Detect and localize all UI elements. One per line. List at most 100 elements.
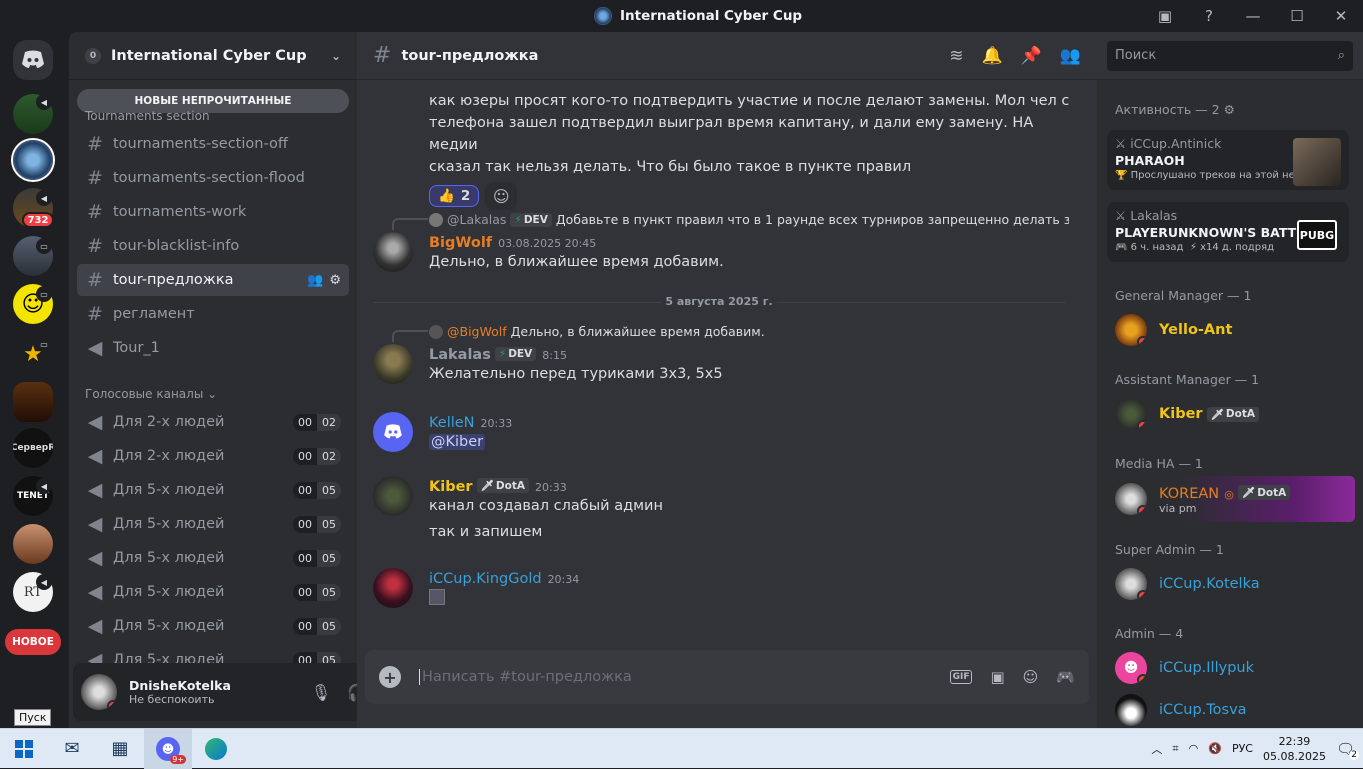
thumbs-up-icon: 👍	[438, 188, 455, 204]
volume-icon[interactable]: 🔇	[1208, 742, 1222, 755]
edge-icon[interactable]	[192, 729, 240, 769]
search-input[interactable]: Поиск ⌕	[1107, 40, 1353, 71]
message-composer[interactable]: + Написать #tour-предложка GIF ▣ ☺ 🎮	[365, 650, 1089, 704]
gear-icon[interactable]: ⚙	[1224, 102, 1235, 117]
pin-icon[interactable]: 📌	[1021, 46, 1042, 66]
message-list: как юзеры просят кого-то подтвердить уча…	[357, 80, 1097, 648]
gif-icon[interactable]: GIF	[949, 670, 973, 684]
new-servers-pill[interactable]: НОВОЕ	[5, 629, 61, 655]
channel-tour-1[interactable]: ◀ Tour_1	[77, 332, 349, 364]
notifications-icon[interactable]: 🗨 2	[1336, 740, 1359, 760]
add-attachment-button[interactable]: +	[379, 666, 401, 688]
voice-count: 00	[293, 515, 317, 533]
member-item[interactable]: Yello-Ant	[1105, 308, 1355, 352]
microphone-icon[interactable]: 🎙	[305, 676, 337, 708]
avatar[interactable]	[373, 412, 413, 452]
voice-channel[interactable]: ◀ Для 5-х людей 00 05	[77, 474, 349, 506]
message-text: канал создавал слабый админ	[429, 498, 663, 514]
username[interactable]: Kiber	[429, 479, 473, 495]
threads-icon[interactable]: ≋	[949, 46, 963, 66]
channel-title: tour-предложка	[401, 47, 539, 64]
voice-channel[interactable]: ◀ Для 2-х людей 00 02	[77, 406, 349, 438]
channel-header: # tour-предложка ≋ 🔔 📌 👥	[357, 32, 1097, 80]
minimize-button[interactable]: —	[1231, 0, 1275, 32]
server-book[interactable]	[13, 382, 53, 422]
gamepad-icon[interactable]: 🎮	[1056, 668, 1075, 686]
member-item[interactable]: iCCup.Tosva	[1105, 688, 1355, 732]
user-mention[interactable]: @Kiber	[429, 434, 486, 450]
close-button[interactable]: ✕	[1319, 0, 1363, 32]
guild-header[interactable]: 0 International Cyber Cup ⌄	[69, 32, 357, 80]
server-serverr[interactable]: СерверR	[13, 428, 53, 468]
activity-card[interactable]: ⚔ iCCup.Antinick PHARAOH 🏆 Прослушано тр…	[1107, 130, 1349, 190]
chevron-up-icon[interactable]: ︿	[1151, 741, 1162, 757]
mail-icon[interactable]: ✉	[48, 729, 96, 769]
voice-channel[interactable]: ◀ Для 5-х людей 00 05	[77, 610, 349, 642]
channel-tournaments-section-off[interactable]: # tournaments-section-off	[77, 128, 349, 160]
dnd-status-icon	[1137, 590, 1147, 600]
channel-tournaments-section-flood[interactable]: # tournaments-section-flood	[77, 162, 349, 194]
start-button[interactable]	[0, 729, 48, 769]
member-item[interactable]: ☻ iCCup.Illypuk	[1105, 646, 1355, 690]
language-indicator[interactable]: РУС	[1232, 742, 1253, 755]
username[interactable]: KelleN	[429, 415, 475, 431]
inbox-icon[interactable]: ▣	[1143, 0, 1187, 32]
user-info[interactable]: DnisheKotelka Не беспокоить	[129, 678, 231, 706]
channel-reglament[interactable]: # регламент	[77, 298, 349, 330]
voice-channel[interactable]: ◀ Для 5-х людей 00 05	[77, 508, 349, 540]
discord-icon: ☻ 9+	[156, 736, 186, 764]
discord-home-icon[interactable]	[13, 40, 53, 80]
member-item[interactable]: iCCup.Kotelka	[1105, 562, 1355, 606]
activity-card[interactable]: ⚔ Lakalas PLAYERUNKNOWN'S BATTLEGROUNDS …	[1107, 202, 1349, 262]
clock[interactable]: 22:39 05.08.2025	[1263, 734, 1326, 764]
wifi-icon[interactable]: ◠	[1189, 742, 1199, 755]
avatar[interactable]	[373, 344, 413, 384]
avatar	[1115, 568, 1147, 600]
avatar[interactable]	[373, 568, 413, 608]
members-icon[interactable]: 👥	[1060, 46, 1081, 66]
channel-tour-blacklist-info[interactable]: # tour-blacklist-info	[77, 230, 349, 262]
server-face[interactable]	[13, 524, 53, 564]
chevron-down-icon: ⌄	[207, 387, 218, 401]
message-text: телефона зашел подтвердил выиграл время …	[429, 115, 1034, 153]
reaction-thumbs-up[interactable]: 👍 2	[429, 185, 480, 207]
composer-input[interactable]: Написать #tour-предложка	[419, 669, 632, 685]
pubg-logo: PUBG	[1297, 220, 1337, 250]
maximize-button[interactable]: ☐	[1275, 0, 1319, 32]
member-item[interactable]: KOREAN ◎ 🗡 DotA via pm	[1105, 476, 1355, 522]
role-tag: 🗡 DotA	[1237, 485, 1291, 500]
headphones-icon[interactable]: 🎧	[341, 676, 357, 708]
add-reaction-icon[interactable]: ☺	[485, 182, 518, 210]
category-voice[interactable]: Голосовые каналы ⌄	[85, 387, 217, 401]
guild-name: International Cyber Cup	[111, 47, 307, 64]
help-icon[interactable]: ?	[1187, 0, 1231, 32]
username[interactable]: Lakalas	[429, 347, 491, 363]
broken-image-icon[interactable]	[429, 589, 445, 605]
network-icon[interactable]: ⌗	[1172, 742, 1178, 756]
discord-taskbar-icon[interactable]: ☻ 9+	[144, 728, 192, 769]
channel-tour-predlozhka[interactable]: # tour-предложка 👥 ⚙	[77, 264, 349, 296]
gear-icon[interactable]: ⚙	[329, 273, 341, 288]
invite-icon[interactable]: 👥	[307, 273, 323, 288]
avatar[interactable]	[373, 232, 413, 272]
category-tournaments[interactable]: Tournaments section	[85, 109, 210, 123]
voice-channel[interactable]: ◀ Для 5-х людей 00 05	[77, 542, 349, 574]
avatar[interactable]	[373, 476, 413, 516]
reply-preview[interactable]: @BigWolf Дельно, в ближайшее время добав…	[429, 324, 1069, 339]
avatar[interactable]	[81, 674, 117, 710]
voice-count: 00	[293, 583, 317, 601]
server-international-cyber-cup[interactable]	[13, 140, 53, 180]
speaker-icon: ◀	[87, 581, 103, 603]
emoji-icon[interactable]: ☺	[1023, 668, 1039, 686]
reply-preview[interactable]: @Lakalas ⚡ DEV Добавьте в пункт правил чт…	[429, 212, 1069, 227]
channel-tournaments-work[interactable]: # tournaments-work	[77, 196, 349, 228]
username[interactable]: BigWolf	[429, 235, 492, 251]
member-item[interactable]: Kiber 🗡 DotA	[1105, 392, 1355, 436]
calculator-icon[interactable]: ▦	[96, 729, 144, 769]
username[interactable]: iCCup.KingGold	[429, 571, 542, 587]
search-placeholder: Поиск	[1115, 48, 1157, 63]
sticker-icon[interactable]: ▣	[990, 668, 1004, 686]
voice-channel[interactable]: ◀ Для 2-х людей 00 02	[77, 440, 349, 472]
bell-icon[interactable]: 🔔	[981, 46, 1002, 66]
voice-channel[interactable]: ◀ Для 5-х людей 00 05	[77, 576, 349, 608]
